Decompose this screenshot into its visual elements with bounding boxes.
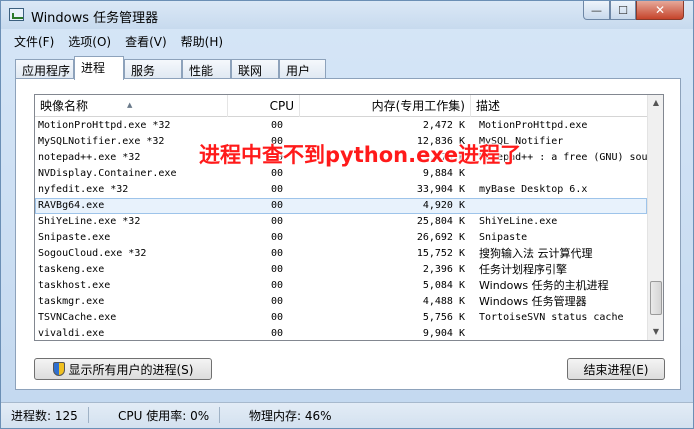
process-description: 搜狗输入法 云计算代理 [479, 247, 593, 260]
process-name: nyfedit.exe *32 [38, 184, 129, 195]
process-name: vivaldi.exe [38, 328, 105, 339]
task-manager-window: Windows 任务管理器 — ☐ ✕ 文件(F) 选项(O) 查看(V) 帮助… [0, 0, 694, 429]
menu-file[interactable]: 文件(F) [7, 31, 61, 51]
column-memory[interactable]: 内存(专用工作集) [300, 95, 471, 117]
process-cpu: 00 [271, 264, 284, 275]
process-name: SogouCloud.exe *32 [38, 248, 147, 259]
process-memory: 15,752 K [416, 248, 465, 259]
title-bar[interactable]: Windows 任务管理器 — ☐ ✕ [1, 1, 693, 29]
table-row[interactable]: taskmgr.exe 00 4,488 K Windows 任务管理器 [35, 294, 647, 310]
process-cpu: 00 [271, 248, 284, 259]
process-cpu: 00 [271, 216, 284, 227]
uac-shield-icon [52, 362, 65, 376]
process-description: Windows 任务的主机进程 [479, 279, 609, 292]
table-row[interactable]: RAVBg64.exe 00 4,920 K [35, 198, 647, 214]
table-row[interactable]: TSVNCache.exe 00 5,756 K TortoiseSVN status… [35, 310, 647, 326]
process-cpu: 00 [271, 200, 284, 211]
process-memory: 4,488 K [422, 296, 465, 307]
table-row[interactable]: taskhost.exe 00 5,084 K Windows 任务的主机进程 [35, 278, 647, 294]
processes-panel: 映像名称 ▲ CPU 内存(专用工作集) 描述 MotionProHttpd.e… [15, 78, 681, 390]
process-description: myBase Desktop 6.x [479, 184, 588, 195]
menu-options[interactable]: 选项(O) [61, 31, 118, 51]
process-cpu: 00 [271, 312, 284, 323]
process-memory: 2,396 K [422, 264, 465, 275]
close-button[interactable]: ✕ [636, 1, 684, 20]
status-bar: 进程数: 125 CPU 使用率: 0% 物理内存: 46% [1, 402, 693, 428]
table-row[interactable]: Snipaste.exe 00 26,692 K Snipaste [35, 230, 647, 246]
menu-view[interactable]: 查看(V) [118, 31, 174, 51]
sort-ascending-icon: ▲ [127, 101, 133, 109]
show-all-users-label: 显示所有用户的进程(S) [68, 362, 194, 377]
maximize-button[interactable]: ☐ [610, 1, 636, 20]
column-description[interactable]: 描述 [471, 95, 647, 117]
process-memory: 26,692 K [416, 232, 465, 243]
process-name: RAVBg64.exe [38, 200, 105, 211]
column-image-name-label: 映像名称 [40, 99, 89, 113]
menu-help[interactable]: 帮助(H) [174, 31, 230, 51]
process-name: taskmgr.exe [38, 296, 105, 307]
vertical-scrollbar[interactable]: ▲ ▼ [647, 95, 663, 340]
process-memory: 4,920 K [422, 200, 465, 211]
task-manager-icon [9, 8, 24, 21]
process-memory: 33,904 K [416, 184, 465, 195]
scroll-down-icon[interactable]: ▼ [648, 324, 663, 340]
process-cpu: 00 [271, 120, 284, 131]
annotation-overlay: 进程中查不到python.exe进程了 [199, 143, 522, 167]
process-description: MotionProHttpd.exe [479, 120, 588, 131]
table-row[interactable]: taskeng.exe 00 2,396 K 任务计划程序引擎 [35, 262, 647, 278]
process-cpu: 00 [271, 296, 284, 307]
table-row[interactable]: vivaldi.exe 00 9,904 K [35, 326, 647, 340]
minimize-button[interactable]: — [583, 1, 610, 20]
process-name: MotionProHttpd.exe *32 [38, 120, 171, 131]
table-row[interactable]: SogouCloud.exe *32 00 15,752 K 搜狗输入法 云计算代理 [35, 246, 647, 262]
table-row[interactable]: ShiYeLine.exe *32 00 25,804 K ShiYeLine.exe [35, 214, 647, 230]
status-physical-memory: 物理内存: 46% [249, 409, 332, 423]
tab-performance[interactable]: 性能 [182, 59, 231, 79]
scroll-up-icon[interactable]: ▲ [648, 95, 663, 111]
process-description: ShiYeLine.exe [479, 216, 558, 227]
process-name: ShiYeLine.exe *32 [38, 216, 141, 227]
process-memory: 2,472 K [422, 120, 465, 131]
process-description: Windows 任务管理器 [479, 295, 587, 308]
window-title: Windows 任务管理器 [31, 11, 159, 26]
column-image-name[interactable]: 映像名称 ▲ [35, 95, 228, 117]
process-memory: 5,756 K [422, 312, 465, 323]
maximize-icon: ☐ [618, 3, 628, 17]
column-header: 映像名称 ▲ CPU 内存(专用工作集) 描述 [35, 95, 647, 117]
menu-bar: 文件(F) 选项(O) 查看(V) 帮助(H) [7, 31, 230, 51]
tab-users[interactable]: 用户 [279, 59, 326, 79]
process-memory: 5,084 K [422, 280, 465, 291]
process-cpu: 00 [271, 280, 284, 291]
process-cpu: 00 [271, 232, 284, 243]
process-memory: 25,804 K [416, 216, 465, 227]
process-description: Snipaste [479, 232, 528, 243]
process-name: taskeng.exe [38, 264, 105, 275]
process-memory: 9,904 K [422, 328, 465, 339]
scroll-thumb[interactable] [650, 281, 662, 315]
process-name: taskhost.exe [38, 280, 111, 291]
process-description: TortoiseSVN status cache [479, 312, 624, 323]
status-process-count: 进程数: 125 [11, 407, 89, 423]
process-list[interactable]: 映像名称 ▲ CPU 内存(专用工作集) 描述 MotionProHttpd.e… [34, 94, 664, 341]
process-cpu: 00 [271, 328, 284, 339]
end-process-button[interactable]: 结束进程(E) [567, 358, 665, 380]
close-icon: ✕ [654, 3, 666, 17]
minimize-icon: — [591, 3, 602, 17]
process-name: Snipaste.exe [38, 232, 111, 243]
process-cpu: 00 [271, 184, 284, 195]
column-cpu[interactable]: CPU [228, 95, 300, 117]
tab-applications[interactable]: 应用程序 [15, 59, 74, 79]
table-row[interactable]: nyfedit.exe *32 00 33,904 K myBase Desktop … [35, 182, 647, 198]
tab-services[interactable]: 服务 [124, 59, 182, 79]
process-description: 任务计划程序引擎 [479, 263, 567, 276]
table-row[interactable]: MotionProHttpd.exe *32 00 2,472 K MotionPro… [35, 118, 647, 134]
tab-processes[interactable]: 进程 [74, 56, 124, 80]
status-cpu-usage: CPU 使用率: 0% [118, 407, 221, 423]
process-name: TSVNCache.exe [38, 312, 117, 323]
show-all-users-button[interactable]: 显示所有用户的进程(S) [34, 358, 212, 380]
tab-networking[interactable]: 联网 [231, 59, 279, 79]
